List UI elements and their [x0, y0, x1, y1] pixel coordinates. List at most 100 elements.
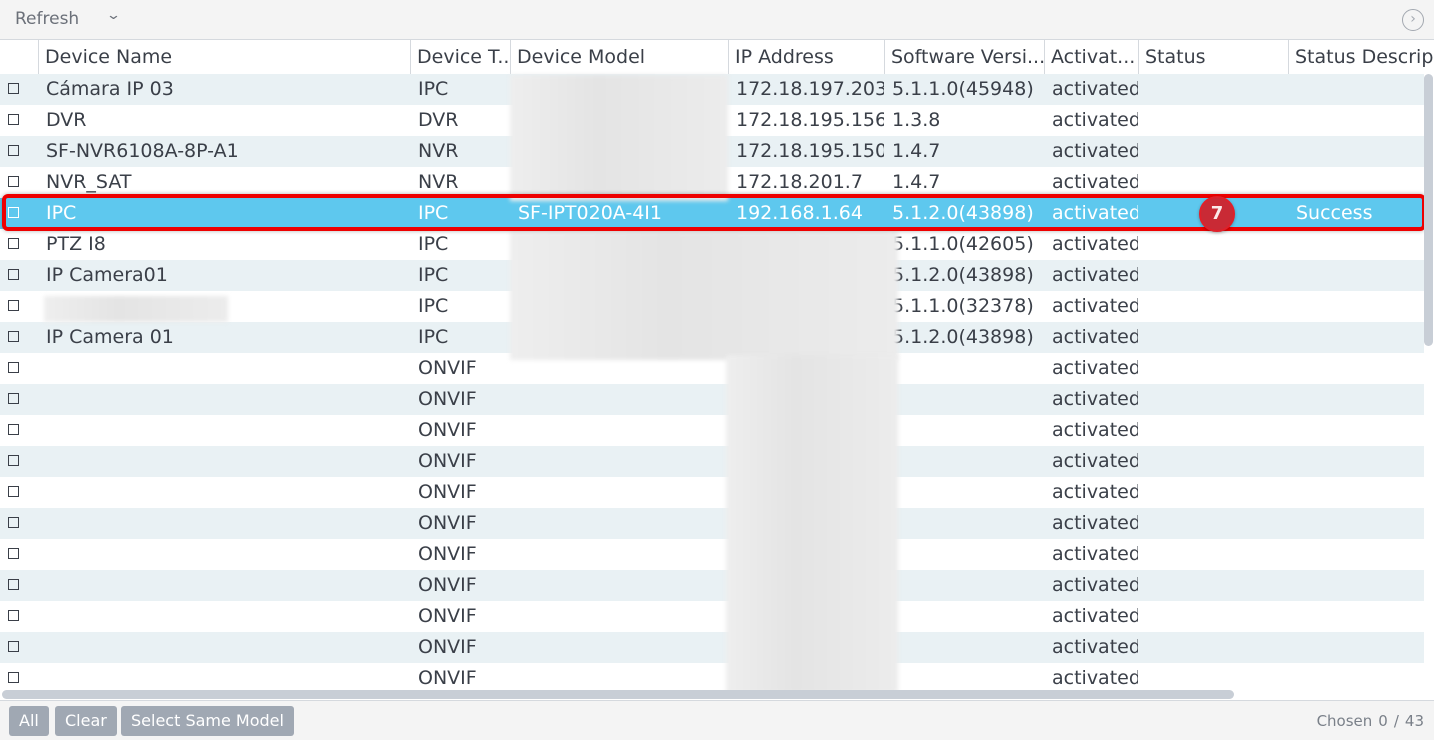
- status-cell: [1146, 167, 1286, 198]
- redacted-device-name: [44, 296, 228, 322]
- software-version-cell: [892, 384, 1044, 415]
- status-description-cell: [1296, 508, 1424, 539]
- software-version-cell: [892, 508, 1044, 539]
- device-name-cell: [46, 446, 406, 477]
- device-model-cell: [518, 570, 724, 601]
- circle-chevron-right-icon[interactable]: ›: [1402, 9, 1424, 31]
- device-model-cell: SF-IPT020A-4I1: [518, 202, 662, 224]
- table-row[interactable]: ONVIF activated: [0, 477, 1424, 508]
- row-checkbox[interactable]: [8, 393, 19, 404]
- row-checkbox[interactable]: [8, 517, 19, 528]
- software-version-cell: [892, 601, 1044, 632]
- table-row[interactable]: ONVIF activated: [0, 539, 1424, 570]
- column-header-device-model[interactable]: Device Model: [510, 40, 728, 74]
- column-header-software-version[interactable]: Software Versi...: [884, 40, 1044, 74]
- status-description-cell: [1296, 415, 1424, 446]
- row-checkbox[interactable]: [8, 207, 19, 218]
- table-row[interactable]: ONVIF activated: [0, 446, 1424, 477]
- status-description-cell: [1296, 260, 1424, 291]
- status-cell: [1146, 291, 1286, 322]
- activation-cell: activated: [1052, 574, 1138, 596]
- software-version-cell: [892, 570, 1044, 601]
- row-checkbox[interactable]: [8, 424, 19, 435]
- software-version-cell: 1.3.8: [892, 109, 941, 131]
- select-same-model-button[interactable]: Select Same Model: [121, 706, 294, 736]
- table-row[interactable]: ONVIF activated: [0, 415, 1424, 446]
- software-version-cell: [892, 353, 1044, 384]
- device-name-cell: [46, 601, 406, 632]
- ip-address-cell: 192.168.1.64: [736, 202, 863, 224]
- row-checkbox[interactable]: [8, 455, 19, 466]
- status-description-cell: [1296, 384, 1424, 415]
- activation-cell: activated: [1052, 357, 1138, 379]
- status-cell: [1146, 570, 1286, 601]
- chevron-down-icon[interactable]: ⌄: [106, 8, 121, 23]
- device-type-cell: ONVIF: [418, 636, 477, 658]
- column-header-device-type[interactable]: Device T...: [410, 40, 510, 74]
- chosen-total: 43: [1404, 712, 1424, 730]
- row-checkbox[interactable]: [8, 176, 19, 187]
- column-header-device-name[interactable]: Device Name: [38, 40, 410, 74]
- column-header-status[interactable]: Status: [1138, 40, 1288, 74]
- software-version-cell: [892, 477, 1044, 508]
- row-checkbox[interactable]: [8, 269, 19, 280]
- device-model-cell: [518, 446, 724, 477]
- row-checkbox[interactable]: [8, 579, 19, 590]
- device-name-cell: IP Camera 01: [46, 326, 174, 348]
- status-cell: [1146, 415, 1286, 446]
- row-checkbox[interactable]: [8, 83, 19, 94]
- table-row[interactable]: ONVIF activated: [0, 601, 1424, 632]
- clear-button[interactable]: Clear: [55, 706, 117, 736]
- row-checkbox[interactable]: [8, 145, 19, 156]
- activation-cell: activated: [1052, 419, 1138, 441]
- device-name-cell: IPC: [46, 202, 77, 224]
- device-type-cell: ONVIF: [418, 605, 477, 627]
- status-cell: [1146, 384, 1286, 415]
- row-checkbox[interactable]: [8, 238, 19, 249]
- chosen-count: 0: [1378, 712, 1388, 730]
- status-description-cell: [1296, 539, 1424, 570]
- column-header-status-description[interactable]: Status Descrip: [1288, 40, 1434, 74]
- software-version-cell: 5.1.1.0(42605): [892, 233, 1034, 255]
- row-checkbox[interactable]: [8, 672, 19, 683]
- table-row[interactable]: ONVIF activated: [0, 570, 1424, 601]
- device-name-cell: [46, 477, 406, 508]
- status-description-cell: [1296, 632, 1424, 663]
- horizontal-scrollbar-thumb[interactable]: [2, 690, 1234, 699]
- row-checkbox[interactable]: [8, 610, 19, 621]
- activation-cell: activated: [1052, 202, 1138, 224]
- device-name-cell: [46, 539, 406, 570]
- status-cell: [1146, 136, 1286, 167]
- software-version-cell: 5.1.1.0(32378): [892, 295, 1034, 317]
- software-version-cell: [892, 446, 1044, 477]
- device-model-cell: [518, 477, 724, 508]
- row-checkbox[interactable]: [8, 641, 19, 652]
- column-header-activation[interactable]: Activat...: [1044, 40, 1138, 74]
- vertical-scrollbar-thumb[interactable]: [1424, 74, 1433, 346]
- status-description-cell: [1296, 167, 1424, 198]
- row-checkbox[interactable]: [8, 331, 19, 342]
- device-type-cell: IPC: [418, 326, 449, 348]
- row-checkbox[interactable]: [8, 362, 19, 373]
- status-description-cell: [1296, 570, 1424, 601]
- device-name-cell: [46, 415, 406, 446]
- device-name-cell: DVR: [46, 109, 87, 131]
- column-header-ip-address[interactable]: IP Address: [728, 40, 884, 74]
- table-row[interactable]: ONVIF activated: [0, 508, 1424, 539]
- software-version-cell: 5.1.1.0(45948): [892, 78, 1034, 100]
- row-checkbox[interactable]: [8, 548, 19, 559]
- footer: All Clear Select Same Model Chosen 0 / 43: [0, 700, 1434, 740]
- device-name-cell: Cámara IP 03: [46, 78, 174, 100]
- row-checkbox[interactable]: [8, 300, 19, 311]
- refresh-button[interactable]: Refresh: [15, 9, 79, 29]
- status-description-cell: [1296, 105, 1424, 136]
- select-all-button[interactable]: All: [9, 706, 49, 736]
- row-checkbox[interactable]: [8, 114, 19, 125]
- device-type-cell: ONVIF: [418, 419, 477, 441]
- software-version-cell: 5.1.2.0(43898): [892, 264, 1034, 286]
- table-row[interactable]: ONVIF activated: [0, 632, 1424, 663]
- device-name-cell: [46, 353, 406, 384]
- row-checkbox[interactable]: [8, 486, 19, 497]
- activation-cell: activated: [1052, 140, 1138, 162]
- table-row[interactable]: ONVIF activated: [0, 384, 1424, 415]
